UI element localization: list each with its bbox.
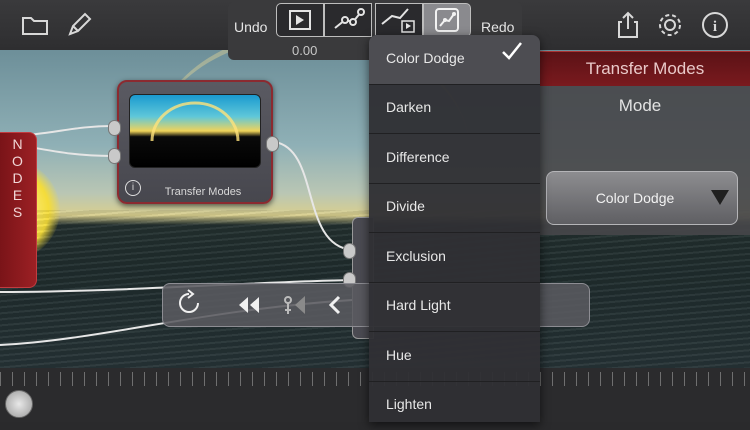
nodes-tab-label: NODES bbox=[0, 136, 36, 221]
node-info-icon[interactable]: i bbox=[125, 180, 141, 196]
redo-button[interactable]: Redo bbox=[481, 19, 514, 35]
node-input-port[interactable] bbox=[343, 243, 356, 259]
mode-dropdown-menu: Color Dodge Darken Difference Divide Exc… bbox=[369, 35, 540, 422]
time-readout: 0.00 bbox=[292, 43, 318, 58]
menu-item-label: Darken bbox=[386, 99, 432, 115]
menu-item-label: Color Dodge bbox=[386, 50, 465, 66]
mode-field-label: Mode bbox=[618, 96, 662, 115]
menu-item-label: Difference bbox=[386, 149, 450, 165]
repeat-icon[interactable] bbox=[174, 288, 204, 318]
play-icon bbox=[289, 10, 311, 30]
node-thumbnail bbox=[129, 94, 261, 168]
menu-item-divide[interactable]: Divide bbox=[369, 183, 540, 233]
rewind-icon[interactable] bbox=[236, 292, 262, 318]
menu-item-label: Hue bbox=[386, 347, 412, 363]
keyframe-back-icon[interactable] bbox=[281, 292, 307, 318]
menu-item-darken[interactable]: Darken bbox=[369, 84, 540, 134]
node-caption: Transfer Modes bbox=[164, 186, 242, 198]
menu-item-hue[interactable]: Hue bbox=[369, 332, 540, 382]
timeline-scrubber-handle[interactable] bbox=[5, 390, 33, 418]
graph-edit-icon bbox=[435, 8, 459, 32]
checkmark-icon bbox=[502, 42, 522, 60]
play-mode-button[interactable] bbox=[276, 3, 324, 37]
node-output-port[interactable] bbox=[266, 136, 279, 152]
dropdown-arrow-icon[interactable] bbox=[711, 190, 729, 205]
inspector-title: Transfer Modes bbox=[585, 59, 705, 78]
menu-item-label: Lighten bbox=[386, 396, 432, 412]
step-back-icon[interactable] bbox=[322, 292, 348, 318]
graph-mode-button[interactable] bbox=[324, 3, 372, 37]
graph-icon bbox=[334, 8, 365, 29]
menu-item-label: Divide bbox=[386, 198, 425, 214]
menu-item-label: Hard Light bbox=[386, 297, 451, 313]
node-input-port[interactable] bbox=[108, 120, 121, 136]
menu-item-lighten[interactable]: Lighten bbox=[369, 381, 540, 430]
nodes-tab-text: NODES bbox=[12, 136, 24, 220]
menu-item-exclusion[interactable]: Exclusion bbox=[369, 233, 540, 283]
menu-item-hard-light[interactable]: Hard Light bbox=[369, 282, 540, 332]
transfer-modes-node[interactable]: i Transfer Modes bbox=[117, 80, 273, 204]
menu-item-label: Exclusion bbox=[386, 248, 446, 264]
graph-edit-mode-button[interactable] bbox=[423, 3, 471, 37]
menu-item-difference[interactable]: Difference bbox=[369, 134, 540, 184]
node-input-port[interactable] bbox=[108, 148, 121, 164]
undo-button[interactable]: Undo bbox=[234, 19, 267, 35]
mode-select-value: Color Dodge bbox=[595, 190, 675, 206]
thumbnail-rainbow bbox=[150, 101, 240, 142]
graph-play-mode-button[interactable] bbox=[375, 3, 423, 37]
graph-play-icon bbox=[381, 8, 415, 33]
